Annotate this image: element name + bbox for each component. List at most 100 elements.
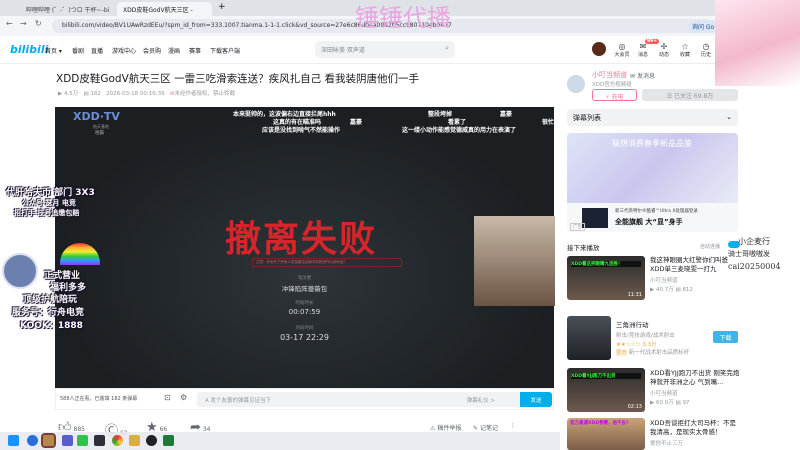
note-button[interactable]: ✎ 记笔记 bbox=[473, 423, 498, 432]
game-ad-thumbnail[interactable] bbox=[567, 316, 611, 360]
danmaku: 很忙 bbox=[542, 119, 554, 126]
danmaku-style-icon[interactable]: A bbox=[205, 398, 209, 404]
rec-uploader[interactable]: 小叮当频道 bbox=[650, 276, 678, 284]
autoplay-label: 自动连播 bbox=[700, 244, 721, 250]
uploader-name[interactable]: 小叮当频道 bbox=[592, 70, 627, 80]
label: 对局时间 bbox=[295, 326, 314, 331]
nav-home[interactable]: 首页 ▾ bbox=[45, 46, 62, 55]
label: 历史 bbox=[700, 52, 711, 58]
danmaku-settings-icon[interactable]: ⚙ bbox=[180, 393, 187, 402]
report-button[interactable]: ⚠ 稿件举报 bbox=[430, 423, 461, 432]
match-time: 03-17 22:29 bbox=[280, 333, 329, 342]
teams-icon[interactable] bbox=[62, 435, 73, 446]
danmaku-etiquette-link[interactable]: 弹幕礼仪 > bbox=[467, 396, 495, 404]
uploader-avatar[interactable] bbox=[567, 75, 585, 93]
charge-button[interactable]: ⚡ 充电 bbox=[592, 89, 637, 101]
copyright-notice: 未经作者授权，禁止转载 bbox=[174, 91, 235, 97]
search-placeholder: 深田咏美 双声道 bbox=[321, 47, 365, 54]
danmaku-list-toggle[interactable]: 弹幕列表 ⌄ bbox=[567, 109, 738, 126]
app-icon[interactable] bbox=[27, 435, 38, 446]
nav-download-client[interactable]: 下载客户端 bbox=[210, 46, 240, 55]
video-title: XDD皮鞋GodV航天三区 一雷三吃滑索连送？疾风扎自己 看我装阴唐他们一手 bbox=[56, 73, 419, 85]
video-meta: ▶ 4.5万 ▤ 182 2026-03-18 00:16:39 ⊘未经作者授权… bbox=[58, 89, 235, 97]
views-icon: ▶ bbox=[58, 91, 63, 97]
label: 记笔记 bbox=[479, 425, 498, 432]
dynamic-button[interactable]: ✢ 动态 bbox=[654, 42, 674, 58]
promo-line: KOOK：1888 bbox=[20, 321, 83, 331]
danmaku-toggle-icon[interactable]: ⊡ bbox=[164, 393, 171, 402]
forward-icon[interactable]: → bbox=[20, 19, 27, 28]
nav-game[interactable]: 游戏中心 bbox=[112, 46, 136, 55]
app-icon[interactable] bbox=[146, 435, 157, 446]
logo-sub: 德霸 bbox=[95, 131, 104, 136]
wechat-icon[interactable] bbox=[77, 435, 88, 446]
history-button[interactable]: ◷ 历史 bbox=[696, 42, 716, 58]
stream-overlay-text: 骑士哥嗷嗷发 bbox=[728, 250, 770, 258]
label: 消息 bbox=[637, 52, 648, 58]
danmaku: 这一缕小动作能感觉德威真的用力在表演了 bbox=[402, 127, 517, 134]
app-icon[interactable] bbox=[94, 435, 105, 446]
stream-overlay-text: cai20250004 bbox=[728, 262, 781, 271]
note-icon: ✎ bbox=[473, 425, 479, 432]
duration: 11:31 bbox=[627, 292, 642, 298]
promo-line: 代肝哈夫币 部门 3X3 bbox=[6, 188, 95, 198]
tab-bilibili-home[interactable]: 哔哩哔哩 (゜-゜)つロ 干杯~-bi bbox=[20, 2, 115, 16]
watermark: 锤锤代播 bbox=[355, 4, 451, 32]
danmaku: 嘉豪 bbox=[500, 111, 513, 118]
rec-danmaku: 812 bbox=[682, 287, 693, 293]
promo-line: 顶级护航陪玩 bbox=[23, 295, 78, 305]
game-title[interactable]: 三角洲行动 bbox=[616, 321, 708, 330]
vip-button[interactable]: ◎ 大会员 bbox=[612, 42, 632, 58]
following-button[interactable]: ☰ 已关注 69.8万 bbox=[642, 89, 738, 101]
ad-banner[interactable]: 联想消费春季新品品鉴 新三代英特尔®酷睿™Ultra X处理器登录 全能旗舰 大… bbox=[567, 133, 738, 232]
send-message-link[interactable]: ✉ 发消息 bbox=[630, 71, 655, 80]
send-danmaku-button[interactable]: 发送 bbox=[520, 392, 552, 407]
profile-button[interactable]: 询问 Go bbox=[688, 20, 719, 33]
nav-manga[interactable]: 漫画 bbox=[168, 46, 180, 55]
nav-live[interactable]: 直播 bbox=[91, 46, 103, 55]
search-icon[interactable]: ⌕ bbox=[445, 44, 449, 53]
app-icon[interactable] bbox=[41, 433, 56, 448]
app-icon[interactable] bbox=[163, 435, 174, 446]
history-icon: ◷ bbox=[702, 42, 710, 51]
ad-image: 联想消费春季新品品鉴 bbox=[567, 133, 738, 203]
ad-line: 全能旗舰 大“显”身手 bbox=[615, 218, 683, 226]
download-game-button[interactable]: 下载 bbox=[713, 331, 738, 343]
danmaku-icon: ▤ bbox=[83, 91, 89, 97]
duration: 02:13 bbox=[627, 404, 642, 410]
rec-title[interactable]: XDD看YJJ跑刀不出货 刚笑完炮神就开非洲之心 气到嘴... bbox=[650, 369, 742, 387]
rec-thumbnail[interactable]: 官方邀请XDD参赛，他不去? bbox=[567, 418, 645, 450]
message-button[interactable]: ✉ 消息 99+ bbox=[633, 39, 660, 58]
nav-esports[interactable]: 赛事 bbox=[189, 46, 201, 55]
back-icon[interactable]: ← bbox=[6, 19, 13, 28]
rec-uploader[interactable]: 爱你不止三万 bbox=[650, 439, 683, 447]
nav-anime[interactable]: 番剧 bbox=[72, 46, 84, 55]
rec-title[interactable]: XDD吾谈拒打大司马杯：不是我清高，是现实太骨感！ bbox=[650, 419, 742, 437]
danmaku: 应该是没找到啃气不然能操作 bbox=[262, 127, 341, 134]
nav-mall[interactable]: 会员购 bbox=[143, 46, 161, 55]
ad-line: 新三代英特尔®酷睿™Ultra X处理器登录 bbox=[615, 209, 698, 214]
windows-start-icon[interactable] bbox=[8, 435, 19, 446]
more-icon[interactable]: ⋮ bbox=[510, 422, 516, 429]
dynamic-icon: ✢ bbox=[660, 42, 668, 51]
tab-current-video[interactable]: XDD皮鞋GodV航天三区 - bbox=[117, 2, 212, 16]
match-duration: 00:07:59 bbox=[288, 308, 321, 316]
publish-date: 2026-03-18 00:16:39 bbox=[106, 91, 165, 97]
rec-uploader[interactable]: 小叮当频道 bbox=[650, 389, 678, 397]
promo-line: 服务号：行舟电竞 bbox=[12, 308, 85, 318]
new-tab-button[interactable]: + bbox=[218, 2, 226, 12]
reload-icon[interactable]: ↻ bbox=[35, 19, 42, 28]
channel-logo: XDD·TV bbox=[73, 110, 120, 123]
thumb-text: XDD看YJJ跑刀不出货 bbox=[571, 373, 641, 379]
user-avatar[interactable] bbox=[592, 42, 606, 56]
favorites-button[interactable]: ☆ 收藏 bbox=[675, 42, 695, 58]
intel-chip-image bbox=[582, 208, 608, 228]
danmaku-input[interactable]: A 发个友善的弹幕见证当下 弹幕礼仪 > bbox=[197, 392, 527, 407]
game-desc: 新一代战术射击品质标杆 bbox=[628, 350, 690, 356]
bilibili-logo[interactable]: bilibili bbox=[10, 43, 48, 56]
search-input[interactable]: 深田咏美 双声道 ⌕ bbox=[315, 41, 455, 58]
app-icon[interactable] bbox=[129, 435, 140, 446]
rec-thumbnail[interactable]: XDD看YJJ跑刀不出货 02:13 bbox=[567, 368, 645, 412]
chrome-icon[interactable] bbox=[112, 435, 123, 446]
rec-thumbnail[interactable]: XDD看这把眼睛九连胜！ 11:31 bbox=[567, 256, 645, 300]
